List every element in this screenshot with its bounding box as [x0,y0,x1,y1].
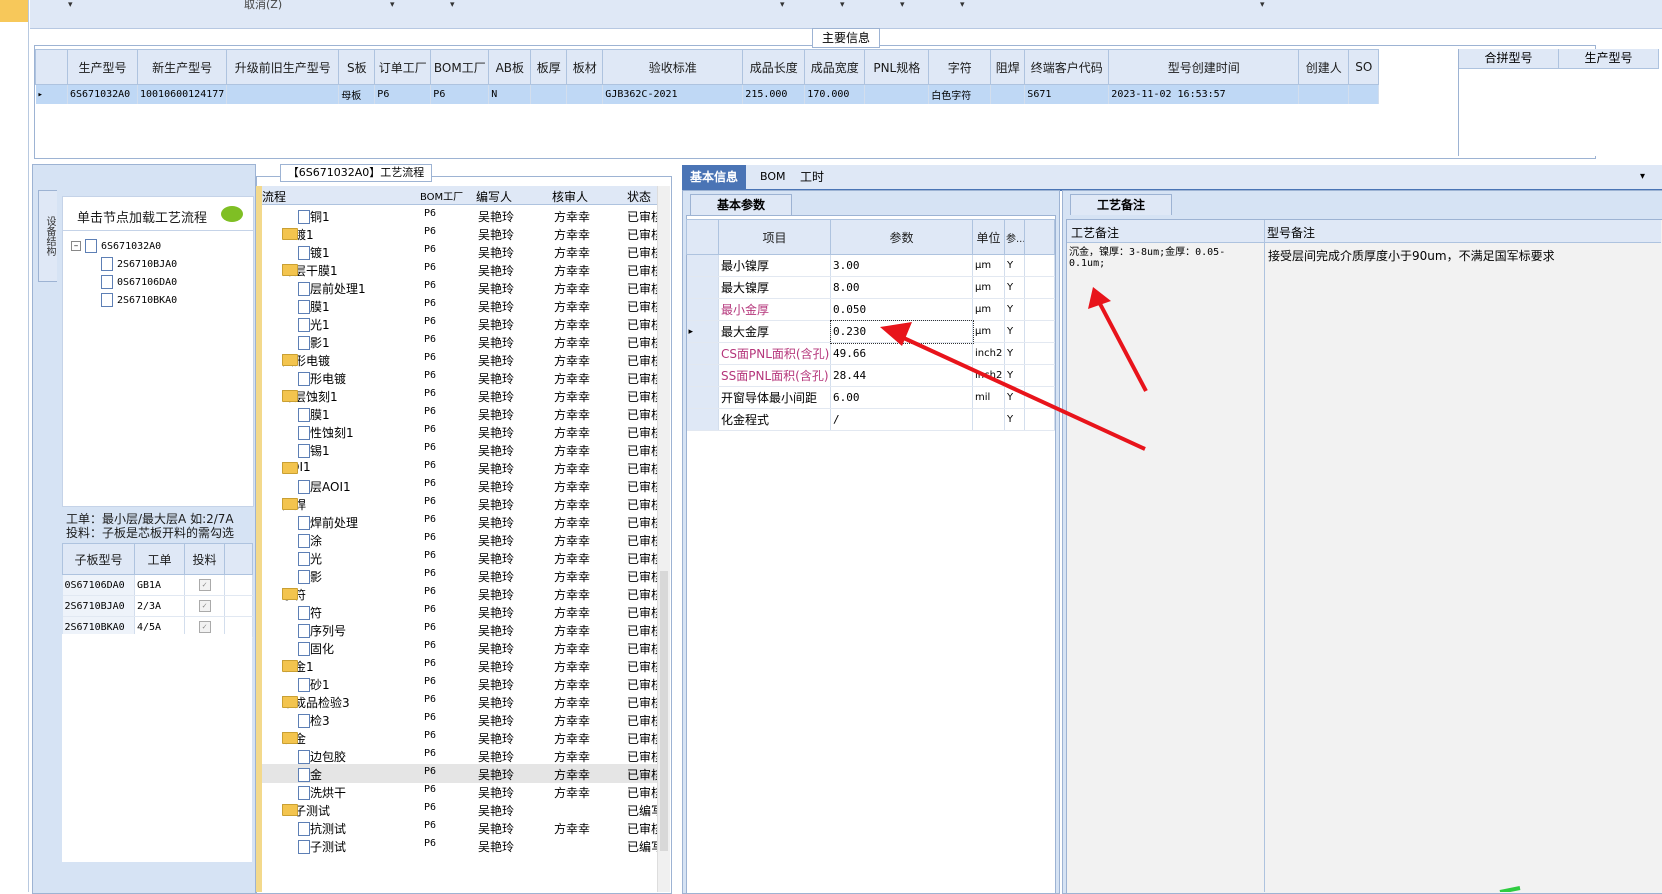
annotation-arrows [880,287,1521,892]
arrow-head [880,322,912,346]
arrow-to-max-gold [894,332,1146,451]
arrow-to-note [1096,299,1148,392]
green-mark [1499,886,1521,892]
